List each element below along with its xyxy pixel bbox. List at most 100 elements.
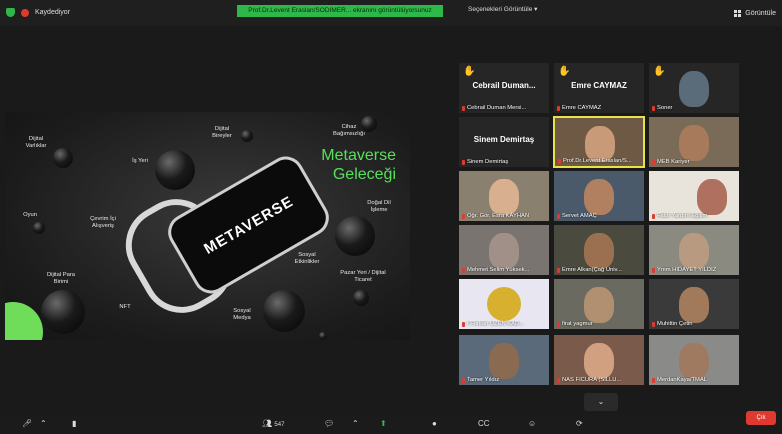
grid-view-icon xyxy=(734,10,742,17)
captions-button[interactable]: CC xyxy=(478,419,490,428)
sphere xyxy=(155,150,195,190)
participant-tile[interactable]: ✋ Soner xyxy=(648,62,740,114)
participant-tile[interactable]: firat yagmur xyxy=(553,278,645,330)
label-pazar: Pazar Yeri / Dijital Ticaret xyxy=(340,270,386,283)
participant-tile[interactable]: ✋ Cebrail Duman... Cebrail Duman Mersi..… xyxy=(458,62,550,114)
participant-name: MEB Kariyer xyxy=(657,159,690,165)
raised-hand-icon: ✋ xyxy=(653,66,666,77)
muted-mic-icon xyxy=(652,213,655,219)
participant-name: Emre CAYMAZ xyxy=(562,105,602,111)
muted-mic-icon xyxy=(557,321,560,327)
muted-mic-icon xyxy=(557,213,560,219)
green-decor-circle xyxy=(5,302,43,340)
recording-label: Kaydediyor xyxy=(35,9,71,16)
audio-options-chevron[interactable]: ⌃ xyxy=(40,419,47,428)
video-feed xyxy=(679,233,709,269)
sphere xyxy=(41,290,85,334)
participant-name: Cebrail Duman Mersi... xyxy=(467,105,527,111)
muted-mic-icon xyxy=(652,159,655,165)
label-cihaz: Cihaz Bağımsızlığı xyxy=(333,124,365,137)
participant-display-name: Emre CAYMAZ xyxy=(571,81,627,90)
participant-name: Tamer Yıldız xyxy=(467,377,500,383)
participant-tile[interactable]: Fatih Yardım Eğitim xyxy=(648,170,740,222)
participant-tile[interactable]: I Furkan ÜZEN KAD... xyxy=(458,278,550,330)
share-screen-button[interactable]: ⬆︎ xyxy=(380,419,387,428)
participant-name: Muhittin Çetin xyxy=(657,321,693,327)
participant-name: Soner xyxy=(657,105,673,111)
muted-mic-icon xyxy=(558,158,561,164)
microphone-button[interactable]: 🎤︎ xyxy=(22,419,32,428)
muted-mic-icon xyxy=(462,213,465,219)
headset-text: METAVERSE xyxy=(200,192,297,258)
sphere xyxy=(263,290,305,332)
muted-mic-icon xyxy=(652,105,655,111)
video-feed xyxy=(679,71,709,107)
participants-button[interactable]: 👥︎ 547 xyxy=(262,419,284,428)
leave-meeting-button[interactable]: Çık xyxy=(746,411,776,425)
participant-tile[interactable]: Sinem Demirtaş Sinem Demirtaş xyxy=(458,116,550,168)
participant-tile-active-speaker[interactable]: Prof.Dr.Levent Eraslan/S... xyxy=(553,116,645,168)
chat-button[interactable]: 💬︎ xyxy=(324,419,334,428)
logo-avatar xyxy=(487,287,521,321)
security-shield-icon[interactable] xyxy=(6,8,15,17)
participant-name: Öğr. Gör. Esra KAYHAN xyxy=(467,213,530,219)
participant-name: MerdanKaya/TMAL xyxy=(657,377,707,383)
participant-tile[interactable]: Emre Alkan(Çağ Üniv... xyxy=(553,224,645,276)
video-off-button[interactable]: ▮ xyxy=(72,419,76,428)
participant-tile[interactable]: Muhittin Çetin xyxy=(648,278,740,330)
label-dijital-bireyler: Dijital Bireyler xyxy=(212,126,232,139)
muted-mic-icon xyxy=(462,321,465,327)
video-feed xyxy=(679,343,709,379)
view-options-label: Seçenekleri Görüntüle xyxy=(468,6,533,13)
view-button[interactable]: Görüntüle xyxy=(734,10,776,17)
participant-name: Ymm HİDAYET YILDIZ xyxy=(657,267,717,273)
participant-name: Servet AMAÇ xyxy=(562,213,597,219)
participant-tile[interactable]: Tamer Yıldız xyxy=(458,334,550,386)
sphere xyxy=(53,148,73,168)
chat-options-chevron[interactable]: ⌃ xyxy=(352,419,359,428)
muted-mic-icon xyxy=(557,105,560,111)
recording-dot-icon xyxy=(21,8,29,17)
participant-tile[interactable]: MEB Kariyer xyxy=(648,116,740,168)
participant-name: I Furkan ÜZEN KAD... xyxy=(467,321,525,327)
shared-screen-slide: METAVERSE Metaverse Geleceği Dijital Var… xyxy=(5,112,410,340)
video-feed xyxy=(584,287,614,323)
participant-name: Sinem Demirtaş xyxy=(467,159,509,165)
participant-tile[interactable]: Ymm HİDAYET YILDIZ xyxy=(648,224,740,276)
video-feed xyxy=(584,179,614,215)
video-feed xyxy=(489,343,519,379)
participant-name: Prof.Dr.Levent Eraslan/S... xyxy=(563,158,632,164)
view-options-dropdown[interactable]: Seçenekleri Görüntüle ▾ xyxy=(468,5,537,13)
video-feed xyxy=(489,179,519,215)
raised-hand-icon: ✋ xyxy=(463,66,476,77)
label-oyun: Oyun xyxy=(23,212,37,218)
gallery-next-page-button[interactable]: ⌄ xyxy=(584,393,618,411)
slide-title-line1: Metaverse xyxy=(321,147,396,164)
muted-mic-icon xyxy=(557,267,560,273)
participants-icon: 👥︎ xyxy=(262,419,273,428)
participant-name: Emre Alkan(Çağ Üniv... xyxy=(562,267,622,273)
apps-button[interactable]: ⟳ xyxy=(576,419,583,428)
participant-tile[interactable]: Mehmet Selim Yüksek... xyxy=(458,224,550,276)
sphere xyxy=(33,222,45,234)
participant-tile[interactable]: NAS FİCURA (SİLLÜ... xyxy=(553,334,645,386)
meeting-top-bar: Kaydediyor Prof.Dr.Levent Eraslan/SODIME… xyxy=(0,0,782,26)
video-feed xyxy=(679,287,709,323)
muted-mic-icon xyxy=(557,377,560,383)
participant-tile[interactable]: MerdanKaya/TMAL xyxy=(648,334,740,386)
video-feed xyxy=(585,126,615,162)
meeting-toolbar: 🎤︎ ⌃ ▮ 👥︎ 547 💬︎ ⌃ ⬆︎ ● CC ☺ ⟳ xyxy=(0,414,782,434)
record-button[interactable]: ● xyxy=(432,419,437,428)
label-nft: NFT xyxy=(119,304,131,310)
participant-name: Mehmet Selim Yüksek... xyxy=(467,267,530,273)
participants-count: 547 xyxy=(274,422,285,428)
participant-tile[interactable]: ✋ Emre CAYMAZ Emre CAYMAZ xyxy=(553,62,645,114)
muted-mic-icon xyxy=(652,377,655,383)
view-button-label: Görüntüle xyxy=(745,10,776,17)
participant-tile[interactable]: Servet AMAÇ xyxy=(553,170,645,222)
raised-hand-icon: ✋ xyxy=(558,66,571,77)
label-dogal-dil: Doğal Dil İşleme xyxy=(367,200,391,213)
label-dijital-varliklar: Dijital Varlıklar xyxy=(25,136,47,149)
participant-tile[interactable]: Öğr. Gör. Esra KAYHAN xyxy=(458,170,550,222)
reactions-button[interactable]: ☺ xyxy=(528,419,536,428)
